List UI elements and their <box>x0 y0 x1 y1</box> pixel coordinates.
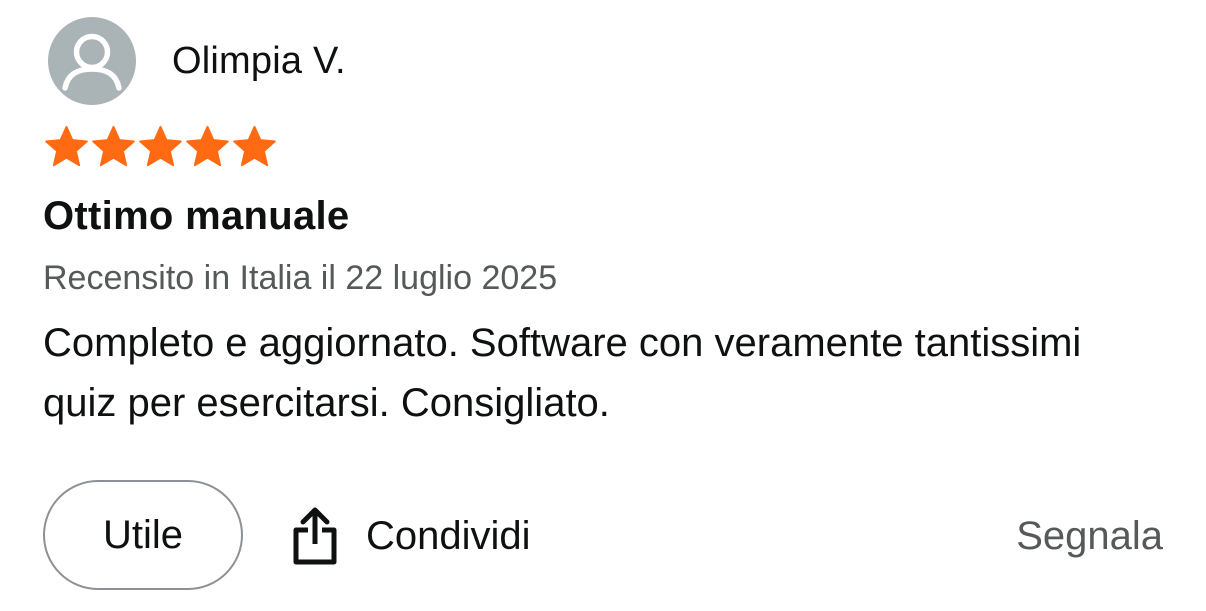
share-icon <box>293 507 337 565</box>
share-button[interactable]: Condividi <box>290 480 531 592</box>
useful-button[interactable]: Utile <box>43 480 243 590</box>
star-icon <box>92 125 135 167</box>
review-card: Olimpia V. Ottimo manuale Recensito in I… <box>0 0 1206 611</box>
review-title: Ottimo manuale <box>43 194 350 238</box>
reviewer-name: Olimpia V. <box>172 39 346 82</box>
report-link[interactable]: Segnala <box>1016 480 1163 592</box>
avatar <box>48 17 136 105</box>
star-icon <box>233 125 276 167</box>
review-actions: Utile Condividi Segnala <box>43 480 1163 592</box>
review-header: Olimpia V. <box>48 17 346 105</box>
star-icon <box>45 125 88 167</box>
star-icon <box>139 125 182 167</box>
review-meta: Recensito in Italia il 22 luglio 2025 <box>43 259 558 297</box>
star-icon <box>186 125 229 167</box>
share-label: Condividi <box>366 513 531 558</box>
user-avatar-icon <box>62 33 122 91</box>
star-rating <box>43 124 278 170</box>
review-body: Completo e aggiornato. Software con vera… <box>43 321 1082 425</box>
